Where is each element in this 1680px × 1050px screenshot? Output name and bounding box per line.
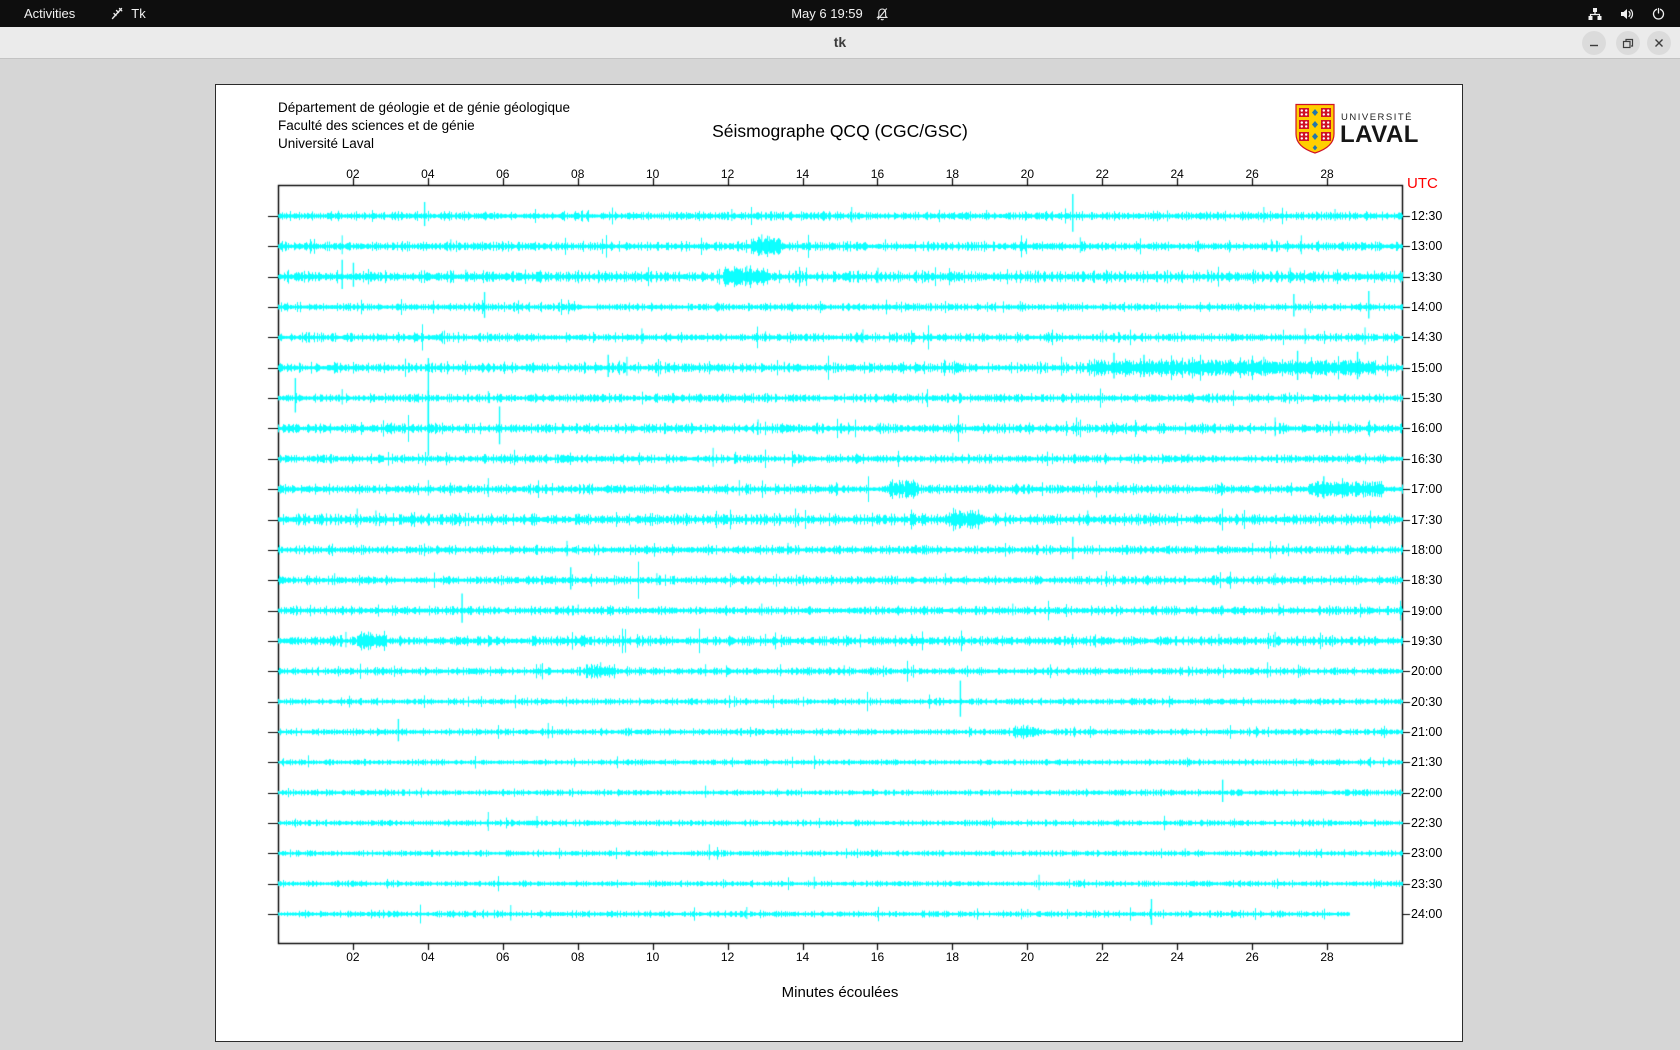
x-tick-label-top: 20 (1020, 167, 1035, 181)
x-tick-label-top: 14 (795, 167, 810, 181)
x-tick-label-top: 22 (1095, 167, 1109, 181)
time-label: 20:30 (1411, 694, 1443, 709)
time-label: 23:00 (1411, 846, 1443, 861)
x-tick-label-top: 16 (870, 167, 885, 181)
time-label: 20:00 (1411, 664, 1443, 679)
time-label: 19:00 (1411, 603, 1443, 618)
time-label: 17:00 (1411, 482, 1443, 497)
x-tick-label-bottom: 06 (496, 950, 510, 964)
time-label: 13:30 (1411, 269, 1443, 284)
x-tick-label-bottom: 14 (795, 950, 810, 964)
time-label: 21:00 (1411, 724, 1443, 739)
x-tick-label-bottom: 18 (945, 950, 960, 964)
x-tick-label-bottom: 24 (1170, 950, 1184, 964)
x-tick-label-top: 28 (1320, 167, 1334, 181)
x-tick-label-bottom: 08 (571, 950, 585, 964)
x-tick-label-bottom: 02 (346, 950, 360, 964)
time-label: 22:00 (1411, 785, 1443, 800)
time-label: 19:30 (1411, 633, 1443, 648)
x-tick-label-bottom: 12 (720, 950, 735, 964)
time-label: 24:00 (1411, 907, 1443, 922)
x-tick-label-top: 24 (1170, 167, 1184, 181)
time-label: 18:30 (1411, 573, 1443, 588)
time-label: 15:30 (1411, 391, 1443, 406)
time-label: 16:00 (1411, 421, 1443, 436)
time-label: 22:30 (1411, 816, 1443, 830)
x-tick-label-top: 26 (1245, 167, 1259, 181)
time-label: 14:30 (1411, 330, 1443, 345)
x-tick-label-top: 02 (346, 167, 360, 181)
x-tick-label-bottom: 26 (1245, 950, 1259, 964)
time-label: 15:00 (1411, 360, 1443, 375)
x-tick-label-bottom: 10 (645, 950, 660, 964)
x-tick-label-top: 04 (421, 167, 435, 181)
x-tick-label-bottom: 04 (421, 950, 435, 964)
x-tick-label-bottom: 20 (1020, 950, 1035, 964)
time-label: 16:30 (1411, 451, 1443, 466)
time-label: 17:30 (1411, 512, 1443, 527)
time-label: 14:00 (1411, 300, 1443, 315)
x-tick-label-bottom: 22 (1095, 950, 1109, 964)
x-tick-label-bottom: 16 (870, 950, 885, 964)
time-label: 12:30 (1411, 209, 1443, 223)
time-label: 21:30 (1411, 755, 1443, 770)
x-tick-label-top: 18 (945, 167, 960, 181)
desktop: Activities Tk May 6 19:59 (0, 0, 1680, 1050)
x-tick-label-bottom: 28 (1320, 950, 1334, 964)
x-tick-label-top: 08 (571, 167, 585, 181)
x-tick-label-top: 12 (720, 167, 735, 181)
x-tick-label-top: 10 (645, 167, 660, 181)
time-label: 13:00 (1411, 239, 1443, 254)
x-tick-label-top: 06 (496, 167, 510, 181)
time-label: 23:30 (1411, 876, 1443, 891)
time-label: 18:00 (1411, 542, 1443, 557)
